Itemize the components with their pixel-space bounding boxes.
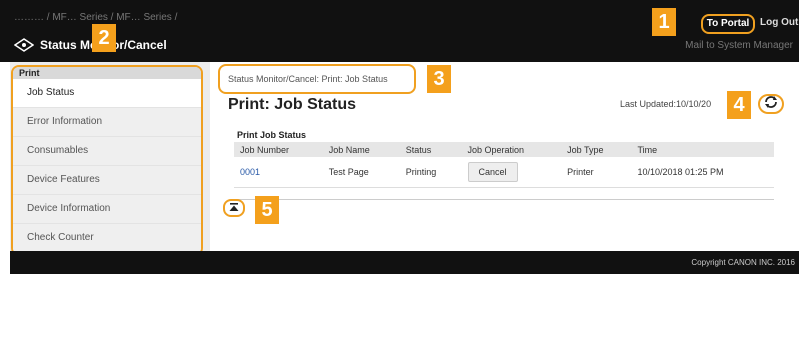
sidebar-item-job-status[interactable]: Job Status	[13, 79, 201, 108]
status-monitor-logo-icon	[13, 38, 35, 52]
divider	[234, 199, 774, 200]
sidebar-item-device-information[interactable]: Device Information	[13, 195, 201, 224]
sidebar-item-consumables[interactable]: Consumables	[13, 137, 201, 166]
column-header: Time	[631, 142, 774, 157]
sidebar-item-error-information[interactable]: Error Information	[13, 108, 201, 137]
status-cell: Printing	[399, 157, 462, 188]
top-header: ……… / MF… Series / MF… Series / Status M…	[0, 0, 799, 62]
column-header: Job Name	[322, 142, 400, 157]
mail-to-system-manager-link[interactable]: Mail to System Manager	[685, 40, 793, 51]
sidebar-item-device-features[interactable]: Device Features	[13, 166, 201, 195]
page-title: Print: Job Status	[228, 96, 357, 113]
table-row: 0001 Test Page Printing Cancel Printer 1…	[234, 157, 774, 188]
job-type-cell: Printer	[561, 157, 632, 188]
section-title: Print Job Status	[237, 130, 307, 140]
sidebar: Print Job Status Error Information Consu…	[11, 65, 203, 256]
breadcrumb: Status Monitor/Cancel: Print: Job Status	[218, 64, 416, 94]
callout-badge-5: 5	[255, 196, 279, 224]
column-header: Job Type	[561, 142, 632, 157]
log-out-link[interactable]: Log Out	[760, 17, 798, 28]
to-portal-button[interactable]: To Portal	[701, 14, 755, 34]
callout-badge-3: 3	[427, 65, 451, 93]
footer: Copyright CANON INC. 2016	[10, 251, 799, 274]
back-to-top-icon	[229, 199, 239, 217]
column-header: Job Number	[234, 142, 323, 157]
table-header-row: Job Number Job Name Status Job Operation…	[234, 142, 774, 157]
job-number-link[interactable]: 0001	[234, 157, 323, 188]
callout-badge-1: 1	[652, 8, 676, 36]
column-header: Status	[399, 142, 462, 157]
back-to-top-button[interactable]	[223, 199, 245, 217]
copyright-text: Copyright CANON INC. 2016	[691, 258, 795, 267]
callout-badge-2: 2	[92, 24, 116, 52]
last-updated-text: Last Updated:10/10/20	[620, 99, 712, 109]
time-cell: 10/10/2018 01:25 PM	[631, 157, 774, 188]
job-operation-cell: Cancel	[461, 157, 562, 188]
callout-badge-4: 4	[727, 91, 751, 119]
app-title-row: Status Monitor/Cancel	[13, 38, 167, 52]
print-job-table: Job Number Job Name Status Job Operation…	[234, 142, 774, 188]
top-breadcrumb: ……… / MF… Series / MF… Series /	[14, 12, 178, 23]
job-name-cell: Test Page	[322, 157, 400, 188]
refresh-icon	[764, 95, 778, 113]
column-header: Job Operation	[461, 142, 562, 157]
sidebar-item-check-counter[interactable]: Check Counter	[13, 224, 201, 253]
refresh-button[interactable]	[758, 94, 784, 114]
cancel-button[interactable]: Cancel	[467, 162, 518, 182]
sidebar-heading: Print	[13, 67, 201, 79]
